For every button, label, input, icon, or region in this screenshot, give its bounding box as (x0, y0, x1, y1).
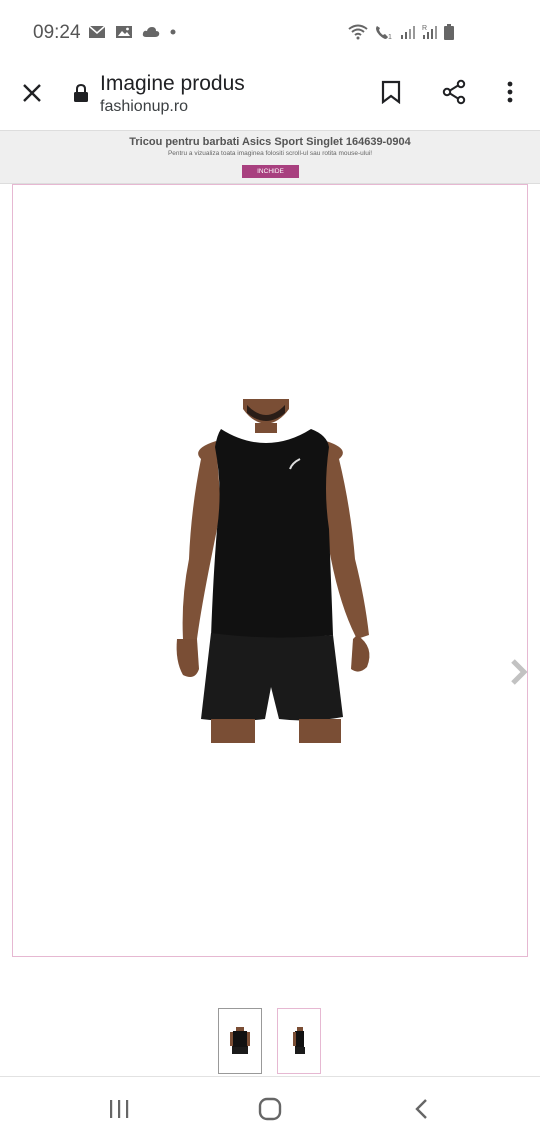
chevron-right-icon (511, 659, 528, 685)
close-button[interactable] (16, 77, 48, 109)
home-icon (258, 1097, 282, 1121)
next-image-button[interactable] (505, 657, 533, 687)
product-image-frame[interactable] (12, 184, 528, 957)
wifi-icon (348, 24, 368, 40)
recents-icon (110, 1100, 129, 1118)
home-button[interactable] (250, 1091, 290, 1127)
thumbnail-side-view[interactable] (277, 1008, 321, 1074)
product-title: Tricou pentru barbati Asics Sport Single… (129, 136, 411, 148)
thumbnail-front-view[interactable] (218, 1008, 262, 1074)
scroll-hint: Pentru a vizualiza toata imaginea folosi… (167, 150, 373, 157)
signal-roaming-icon: R (422, 25, 437, 39)
wifi-calling-icon: 1 (376, 26, 392, 40)
bookmark-button[interactable] (375, 76, 407, 108)
image-icon (116, 26, 132, 38)
product-image (176, 399, 370, 743)
close-viewer-button[interactable]: INCHIDE (242, 165, 299, 178)
thumbnail-image (293, 1027, 305, 1054)
status-system-icons: 1 R (348, 24, 454, 40)
status-time: 09:24 (33, 22, 81, 43)
more-options-button[interactable] (494, 76, 526, 108)
back-button[interactable] (401, 1091, 441, 1127)
cloud-icon (142, 27, 160, 37)
status-notification-icons (88, 25, 177, 39)
recents-button[interactable] (99, 1091, 139, 1127)
svg-text:R: R (422, 25, 427, 32)
mail-icon (88, 25, 106, 38)
signal-icon (401, 26, 415, 39)
share-button[interactable] (438, 76, 470, 108)
system-nav-bar (0, 1076, 540, 1140)
more-vert-icon (507, 81, 513, 103)
product-banner: Tricou pentru barbati Asics Sport Single… (0, 130, 540, 184)
back-icon (415, 1099, 427, 1119)
dot-icon (170, 29, 176, 35)
svg-text:1: 1 (388, 34, 392, 40)
bookmark-icon (381, 80, 401, 104)
battery-icon (444, 24, 454, 40)
close-icon (23, 84, 41, 102)
thumbnail-image (230, 1027, 250, 1054)
thumbnail-strip (0, 1008, 540, 1074)
page-content: Tricou pentru barbati Asics Sport Single… (0, 130, 540, 1076)
page-title: Imagine produs (100, 72, 245, 95)
share-icon (442, 79, 466, 105)
page-url: fashionup.ro (100, 98, 189, 115)
status-bar: 09:24 1 R (0, 0, 540, 66)
lock-icon (74, 84, 88, 102)
